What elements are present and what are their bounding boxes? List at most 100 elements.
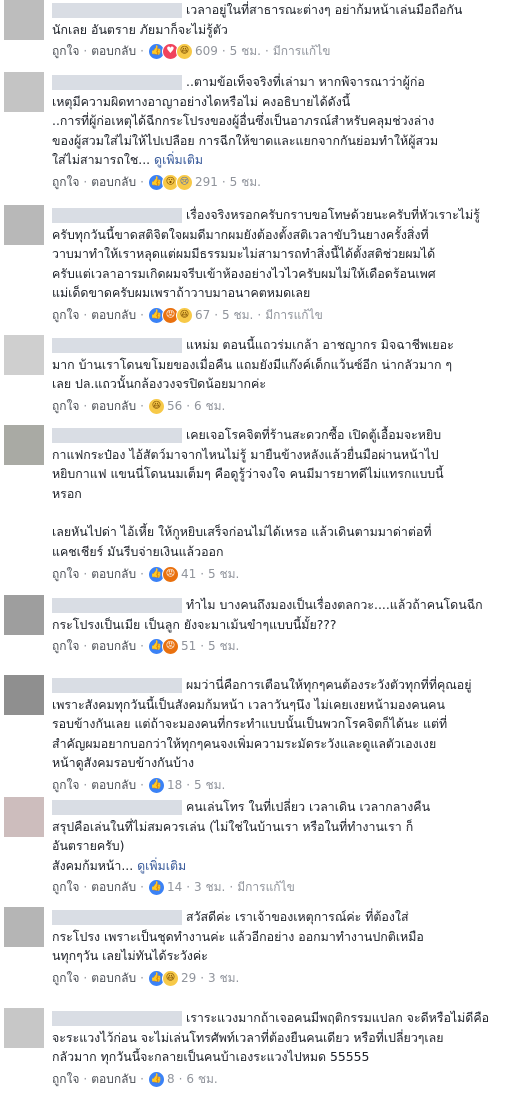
timestamp[interactable]: 5 ชม.: [208, 567, 239, 581]
comment-line: กระโปรงเป็นเมีย เป็นลูก ยังจะมาเม้นขำๆแบ…: [52, 615, 516, 635]
reaction-summary[interactable]: 👍: [147, 776, 165, 794]
commenter-name[interactable]: [52, 598, 182, 613]
like-button[interactable]: ถูกใจ: [52, 639, 79, 653]
like-button[interactable]: ถูกใจ: [52, 1072, 79, 1086]
comment-line: แคชเชียร์ มันรีบจ่ายเงินแล้วออก: [52, 543, 224, 559]
reaction-summary[interactable]: 👍 ♥ 😆: [147, 43, 193, 61]
separator-dot: ·: [83, 777, 88, 792]
reply-button[interactable]: ตอบกลับ: [91, 880, 136, 894]
timestamp[interactable]: 3 ชม.: [208, 971, 239, 985]
comment-line-text: สรุปคือเล่นในที่ไม่สมควรเล่น (ไม่ใช่ในบ้…: [52, 818, 414, 834]
comment-line: สวัสดีค่ะ เราเจ้าของเหตุการณ์ค่ะ ที่ต้อง…: [52, 907, 516, 927]
reaction-summary[interactable]: 👍 😡: [147, 565, 179, 583]
edited-label[interactable]: มีการแก้ไข: [273, 44, 331, 58]
timestamp[interactable]: 5 ชม.: [208, 639, 239, 653]
comment-line-text: เคยเจอโรคจิตที่ร้านสะดวกซื้อ เปิดตู้เอื้…: [186, 427, 442, 442]
avatar[interactable]: [4, 907, 44, 947]
reply-button[interactable]: ตอบกลับ: [91, 399, 136, 413]
comment-line: เลยหันไปด่า ไอ้เหี้ย ให้กูหยิบเสร็จก่อนไ…: [52, 524, 432, 540]
avatar[interactable]: [4, 1008, 44, 1048]
reply-button[interactable]: ตอบกลับ: [91, 567, 136, 581]
reaction-summary[interactable]: 👍: [147, 1070, 165, 1088]
like-button[interactable]: ถูกใจ: [52, 44, 79, 58]
like-button[interactable]: ถูกใจ: [52, 778, 79, 792]
comment-line: สรุปคือเล่นในที่ไม่สมควรเล่น (ไม่ใช่ในบ้…: [52, 817, 516, 837]
comment-actions: ถูกใจ · ตอบกลับ · 👍 ♥ 😆 609 · 5 ชม. · มีการแก้ไข: [52, 41, 516, 61]
comment-line-text: นทุกๆวัน เลยไม่ทันได้ระวังค่ะ: [52, 948, 208, 964]
commenter-name[interactable]: [52, 428, 182, 443]
reaction-count[interactable]: 51: [181, 639, 196, 653]
comment-line-text: ผมว่านี่คือการเตือนให้ทุกๆคนต้องระวังตัว…: [186, 677, 472, 692]
avatar[interactable]: [4, 335, 44, 375]
reply-button[interactable]: ตอบกลับ: [91, 778, 136, 792]
commenter-name[interactable]: [52, 678, 182, 693]
reaction-summary[interactable]: 👍 😮 😢: [147, 173, 193, 191]
separator-dot: ·: [140, 880, 144, 895]
avatar[interactable]: [4, 0, 44, 40]
like-button[interactable]: ถูกใจ: [52, 175, 79, 189]
like-button[interactable]: ถูกใจ: [52, 567, 79, 581]
comment-actions: ถูกใจ · ตอบกลับ · 👍 8 · 6 ชม.: [52, 1069, 516, 1089]
avatar[interactable]: [4, 205, 44, 245]
timestamp[interactable]: 5 ชม.: [230, 175, 261, 189]
commenter-name[interactable]: [52, 3, 182, 18]
reaction-count[interactable]: 41: [181, 567, 196, 581]
reaction-count[interactable]: 67: [195, 308, 210, 322]
reaction-count[interactable]: 609: [195, 44, 218, 58]
reply-button[interactable]: ตอบกลับ: [91, 175, 136, 189]
avatar[interactable]: [4, 595, 44, 635]
reply-button[interactable]: ตอบกลับ: [91, 639, 136, 653]
timestamp[interactable]: 5 ชม.: [194, 778, 225, 792]
reaction-summary[interactable]: 👍 😡 😆: [147, 306, 193, 324]
comment-line: กลัวมาก ทุกวันนี้จะกลายเป็นคนบ้าเองระแวง…: [52, 1047, 516, 1067]
separator-dot: ·: [140, 566, 144, 581]
reaction-summary[interactable]: 👍: [147, 879, 165, 897]
timestamp[interactable]: 6 ชม.: [194, 399, 225, 413]
comment-item: สวัสดีค่ะ เราเจ้าของเหตุการณ์ค่ะ ที่ต้อง…: [0, 907, 524, 988]
avatar[interactable]: [4, 675, 44, 715]
separator-dot: ·: [83, 566, 88, 581]
reaction-count[interactable]: 14: [167, 880, 182, 894]
like-button[interactable]: ถูกใจ: [52, 971, 79, 985]
reaction-count[interactable]: 8: [167, 1072, 175, 1086]
comment-line: เราระแวงมากถ้าเจอคนมีพฤติกรรมแปลก จะดีหร…: [52, 1008, 516, 1028]
like-button[interactable]: ถูกใจ: [52, 308, 79, 322]
comment-line: ครับแต่เวลาอารมเกิดผมจรีบเข้าห้องอย่างไว…: [52, 264, 516, 284]
reply-button[interactable]: ตอบกลับ: [91, 44, 136, 58]
timestamp[interactable]: 3 ชม.: [194, 880, 225, 894]
reaction-summary[interactable]: 👍 😆: [147, 969, 179, 987]
reaction-summary[interactable]: 😆: [147, 397, 165, 415]
see-more-link[interactable]: ดูเพิ่มเติม: [150, 152, 203, 167]
timestamp[interactable]: 6 ชม.: [186, 1072, 217, 1086]
reply-button[interactable]: ตอบกลับ: [91, 971, 136, 985]
timestamp[interactable]: 5 ชม.: [222, 308, 253, 322]
comment-line-text: นักเลย อันตราย ภัยมาก็จะไม่รู้ตัว: [52, 21, 228, 37]
reaction-count[interactable]: 291: [195, 175, 218, 189]
avatar[interactable]: [4, 797, 44, 837]
commenter-name[interactable]: [52, 800, 182, 815]
commenter-name[interactable]: [52, 910, 182, 925]
reaction-summary[interactable]: 👍 😡: [147, 638, 179, 656]
reaction-count[interactable]: 29: [181, 971, 196, 985]
separator-dot: ·: [83, 44, 88, 59]
reply-button[interactable]: ตอบกลับ: [91, 308, 136, 322]
commenter-name[interactable]: [52, 75, 182, 90]
edited-label[interactable]: มีการแก้ไข: [237, 880, 295, 894]
edited-label[interactable]: มีการแก้ไข: [265, 308, 323, 322]
reply-button[interactable]: ตอบกลับ: [91, 1072, 136, 1086]
comment-line-text: เลย ปล.แถวนั้นกล้องวงจรปิดน้อยมากค่ะ: [52, 376, 266, 392]
comment-line-text: คนเล่นโทร ในที่เปลี่ยว เวลาเดิน เวลากลาง…: [186, 799, 431, 814]
like-button[interactable]: ถูกใจ: [52, 399, 79, 413]
commenter-name[interactable]: [52, 338, 182, 353]
avatar[interactable]: [4, 425, 44, 465]
see-more-link[interactable]: ดูเพิ่มเติม: [133, 858, 186, 873]
commenter-name[interactable]: [52, 1011, 182, 1026]
like-button[interactable]: ถูกใจ: [52, 880, 79, 894]
comment-item: ผมว่านี่คือการเตือนให้ทุกๆคนต้องระวังตัว…: [0, 675, 524, 795]
reaction-count[interactable]: 18: [167, 778, 182, 792]
avatar[interactable]: [4, 72, 44, 112]
timestamp[interactable]: 5 ชม.: [230, 44, 261, 58]
reaction-count[interactable]: 56: [167, 399, 182, 413]
commenter-name[interactable]: [52, 208, 182, 223]
comment-item: เรื่องจริงหรอกครับกราบขอโทษด้วยนะครับที่…: [0, 205, 524, 325]
